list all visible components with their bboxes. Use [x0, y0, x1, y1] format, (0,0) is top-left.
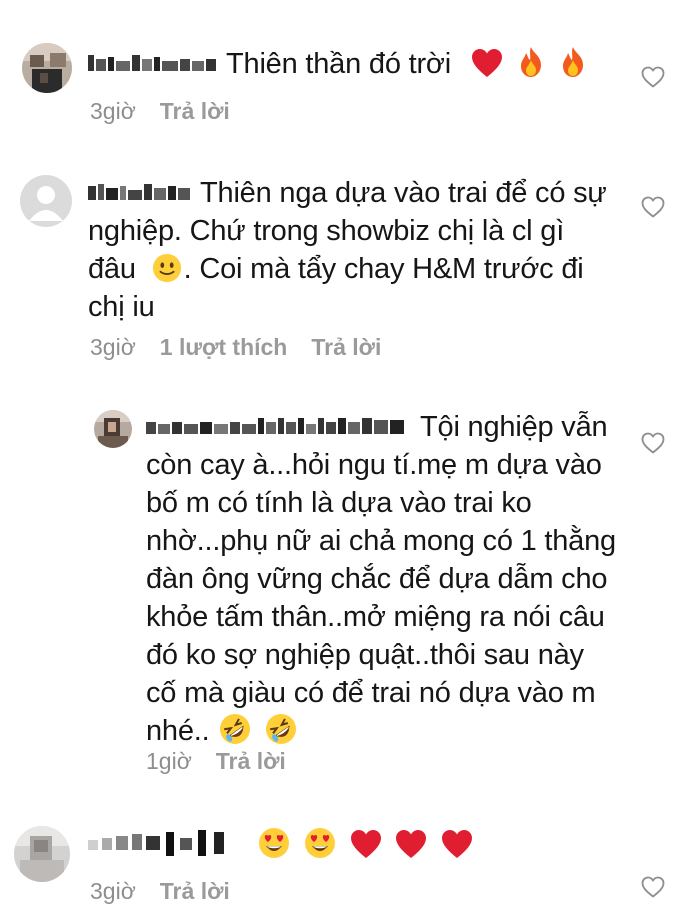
red-heart-emoji: [395, 829, 427, 859]
reply-button[interactable]: Trả lời: [160, 96, 230, 126]
red-heart-emoji: [350, 829, 382, 859]
comment-body: Thiên thần đó trời: [226, 48, 451, 80]
like-icon[interactable]: [641, 66, 665, 88]
comment-text: [88, 826, 608, 864]
like-icon[interactable]: [641, 876, 665, 898]
avatar[interactable]: [94, 410, 132, 448]
redacted-username[interactable]: [88, 178, 192, 204]
redacted-username[interactable]: [88, 49, 218, 75]
timestamp: 3giờ: [90, 878, 136, 904]
heart-eyes-emoji: [258, 827, 290, 859]
slightly-smiling-face-emoji: [152, 253, 182, 283]
comment-text: Thiên nga dựa vào trai để có sự nghiệp. …: [88, 174, 608, 326]
timestamp: 3giờ: [90, 334, 136, 360]
redacted-username[interactable]: [146, 412, 412, 438]
comment-text: Tội nghiệp vẫn còn cay à...hỏi ngu tí.mẹ…: [146, 408, 616, 750]
comment-meta: 3giờ Trả lời: [90, 96, 254, 126]
timestamp: 1giờ: [146, 748, 192, 774]
fire-emoji: [559, 46, 587, 78]
reply-button[interactable]: Trả lời: [160, 876, 230, 906]
like-icon[interactable]: [641, 432, 665, 454]
like-icon[interactable]: [641, 196, 665, 218]
avatar[interactable]: [14, 826, 70, 882]
avatar[interactable]: [22, 43, 72, 93]
timestamp: 3giờ: [90, 98, 136, 124]
avatar[interactable]: [20, 175, 72, 227]
comment-text: Thiên thần đó trời: [88, 45, 608, 83]
red-heart-emoji: [441, 829, 473, 859]
heart-eyes-emoji: [304, 827, 336, 859]
comment-meta: 3giờ Trả lời: [90, 876, 254, 906]
comment-meta: 1giờ Trả lời: [146, 746, 310, 776]
rolling-on-floor-laughing-emoji: [219, 713, 251, 745]
redacted-username[interactable]: [88, 826, 236, 856]
comment-body: Tội nghiệp vẫn còn cay à...hỏi ngu tí.mẹ…: [146, 411, 616, 747]
fire-emoji: [517, 46, 545, 78]
red-heart-emoji: [471, 48, 503, 78]
comment-meta: 3giờ 1 lượt thích Trả lời: [90, 332, 405, 362]
likes-count[interactable]: 1 lượt thích: [160, 332, 288, 362]
rolling-on-floor-laughing-emoji: [265, 713, 297, 745]
reply-button[interactable]: Trả lời: [216, 746, 286, 776]
reply-button[interactable]: Trả lời: [311, 332, 381, 362]
